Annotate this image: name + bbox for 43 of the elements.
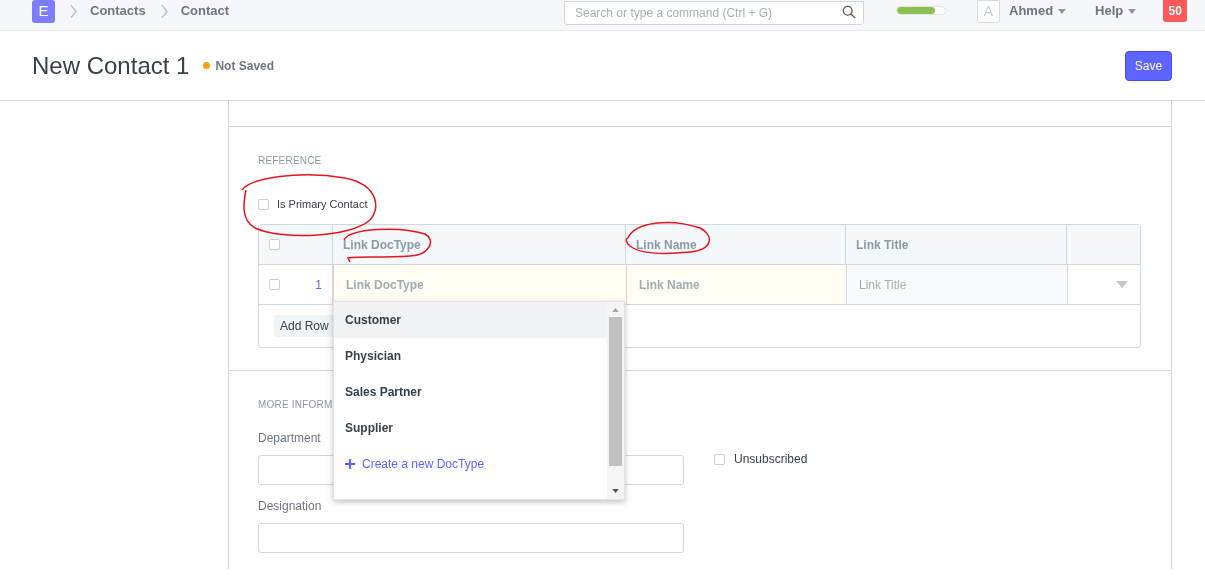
user-menu[interactable]: Ahmed bbox=[1009, 0, 1067, 22]
dropdown-item[interactable]: Physician bbox=[334, 338, 607, 374]
caret-icon bbox=[1058, 8, 1067, 14]
search-field[interactable]: Search or type a command (Ctrl + G) bbox=[564, 1, 864, 25]
page-title: New Contact 1 bbox=[32, 53, 190, 78]
checkbox[interactable] bbox=[258, 198, 269, 210]
create-doctype-item[interactable]: Create a new DocType bbox=[334, 446, 607, 482]
scrollbar-thumb[interactable] bbox=[609, 317, 622, 466]
caret-icon bbox=[1128, 8, 1137, 14]
dropdown-item[interactable]: Supplier bbox=[334, 410, 607, 446]
plus-icon bbox=[345, 459, 355, 469]
notification-count[interactable]: 50 bbox=[1163, 0, 1188, 22]
row-checkbox[interactable] bbox=[269, 279, 280, 290]
app-logo[interactable]: E bbox=[32, 0, 55, 23]
checkbox-label: Unsubscribed bbox=[734, 451, 808, 468]
status-label: Not Saved bbox=[215, 57, 275, 75]
section-heading: MORE INFORM bbox=[258, 398, 334, 412]
save-button[interactable]: Save bbox=[1125, 50, 1172, 81]
field-label: Designation bbox=[258, 498, 323, 511]
dropdown-item[interactable]: Sales Partner bbox=[334, 374, 607, 410]
caret-icon[interactable] bbox=[1116, 281, 1128, 288]
column-header: Link Name bbox=[626, 225, 846, 264]
table-input[interactable]: Link DocType bbox=[334, 265, 626, 304]
input-field[interactable] bbox=[258, 523, 684, 553]
breadcrumb-link[interactable]: Contacts bbox=[90, 1, 146, 21]
table-input[interactable]: Link Title bbox=[847, 265, 1067, 304]
chevron-right-icon bbox=[159, 3, 169, 19]
breadcrumb-link[interactable]: Contact bbox=[180, 1, 229, 21]
row-number: 1 bbox=[315, 276, 322, 294]
checkbox-label: Is Primary Contact bbox=[277, 196, 368, 212]
scroll-down-icon[interactable] bbox=[612, 489, 619, 493]
table-input[interactable]: Link Name bbox=[627, 265, 846, 304]
checkbox[interactable] bbox=[269, 239, 280, 250]
scroll-up-icon[interactable] bbox=[612, 308, 619, 312]
column-header: Link DocType bbox=[333, 225, 626, 264]
help-menu[interactable]: Help bbox=[1095, 0, 1137, 22]
dropdown-item[interactable]: Customer bbox=[334, 302, 607, 338]
chevron-right-icon bbox=[69, 3, 78, 19]
search-icon bbox=[842, 5, 856, 19]
checkbox[interactable] bbox=[714, 453, 725, 465]
section-heading: REFERENCE bbox=[258, 154, 323, 168]
column-header: Link Title bbox=[846, 225, 1067, 264]
add-row-button[interactable]: Add Row bbox=[274, 315, 335, 337]
